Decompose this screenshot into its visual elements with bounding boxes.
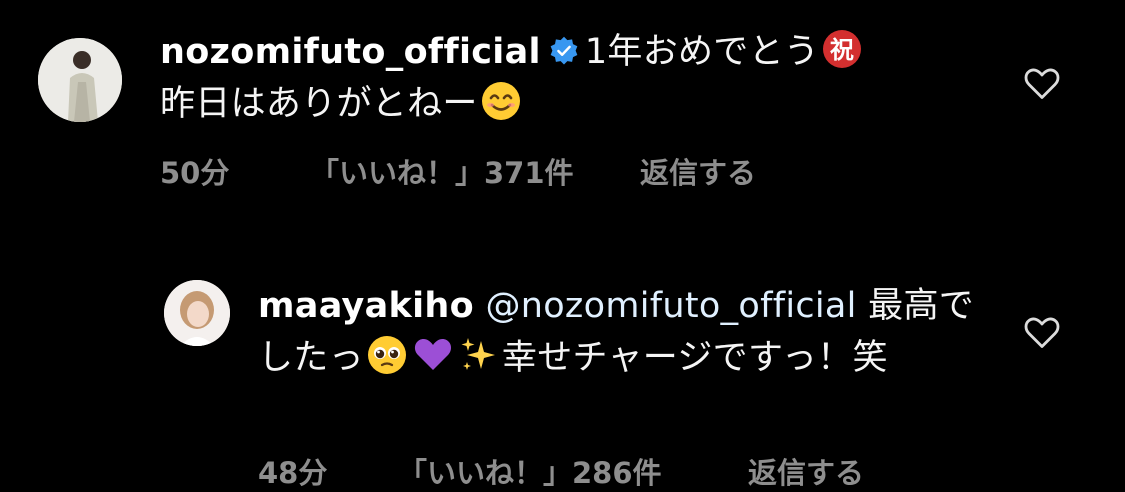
comment-time: 50分: [160, 156, 230, 190]
comment-body: maayakiho @nozomifuto_official 最高でしたっ 幸せチ…: [258, 280, 978, 384]
sparkles-emoji: [459, 335, 499, 375]
avatar[interactable]: [38, 38, 122, 122]
comment-item: nozomifuto_official 1年おめでとう祝昨日はありがとねー 50分…: [0, 0, 1125, 210]
purple-heart-emoji: [413, 335, 453, 375]
reply-comment-item: maayakiho @nozomifuto_official 最高でしたっ 幸せチ…: [0, 270, 1125, 491]
svg-text:祝: 祝: [830, 36, 854, 64]
verified-badge-icon: [549, 36, 579, 66]
comment-text-part: 1年おめでとう: [584, 32, 820, 72]
comment-text: nozomifuto_official 1年おめでとう祝昨日はありがとねー: [160, 26, 980, 130]
congratulations-emoji: 祝: [822, 29, 862, 69]
smiling-face-emoji: [481, 81, 521, 121]
comment-text-part: 幸せチャージですっ！笑: [501, 338, 888, 378]
heart-outline-icon[interactable]: [1024, 68, 1060, 100]
avatar-image: [164, 280, 230, 346]
pleading-face-emoji: [367, 335, 407, 375]
avatar-image: [38, 38, 122, 122]
comment-text-part: 昨日はありがとねー: [160, 84, 478, 124]
avatar[interactable]: [164, 280, 230, 346]
likes-count[interactable]: 「いいね！」371件: [310, 150, 574, 192]
comment-body: nozomifuto_official 1年おめでとう祝昨日はありがとねー: [160, 26, 980, 130]
mention-link[interactable]: @nozomifuto_official: [485, 286, 856, 326]
username[interactable]: maayakiho: [258, 286, 474, 326]
likes-count[interactable]: 「いいね！」286件: [398, 450, 662, 492]
username[interactable]: nozomifuto_official: [160, 32, 541, 72]
comment-time: 48分: [258, 456, 328, 490]
comment-text: maayakiho @nozomifuto_official 最高でしたっ 幸せチ…: [258, 280, 978, 384]
heart-outline-icon[interactable]: [1024, 317, 1060, 349]
reply-button[interactable]: 返信する: [748, 450, 864, 492]
reply-button[interactable]: 返信する: [640, 150, 756, 192]
